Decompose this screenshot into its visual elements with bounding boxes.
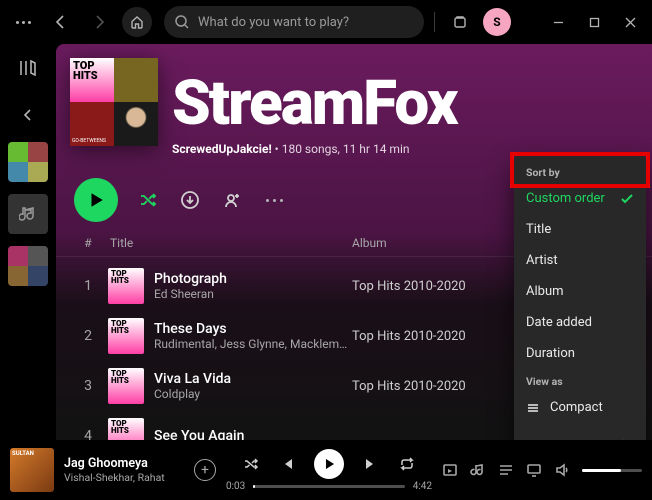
library-rail [0, 44, 56, 440]
separator [434, 12, 435, 32]
track-artist: Coldplay [154, 387, 352, 401]
sort-option-label: Artist [526, 253, 558, 268]
player-controls [242, 449, 416, 479]
sort-option[interactable]: Artist [514, 245, 646, 276]
now-playing-view-button[interactable] [442, 462, 458, 478]
window-minimize[interactable] [544, 8, 572, 36]
check-icon [581, 431, 634, 440]
track-art [108, 418, 144, 440]
sort-option[interactable]: Title [514, 214, 646, 245]
now-playing-artist[interactable]: Vishal-Shekhar, Rahat [64, 471, 184, 484]
player-next-button[interactable] [362, 455, 380, 473]
player-previous-button[interactable] [278, 455, 296, 473]
view-option[interactable]: List [514, 423, 646, 440]
library-item[interactable] [8, 246, 48, 286]
titlebar: S [0, 0, 652, 44]
elapsed-time: 0:03 [226, 481, 245, 492]
view-option-label: Compact [550, 400, 603, 415]
library-item[interactable] [8, 142, 48, 182]
player-shuffle-button[interactable] [242, 455, 260, 473]
sort-option-label: Date added [526, 315, 592, 330]
search-input[interactable] [198, 15, 414, 30]
now-playing-title[interactable]: Jag Ghoomeya [64, 456, 184, 471]
playlist-stats: 180 songs, 11 hr 14 min [282, 142, 410, 156]
window-maximize[interactable] [580, 8, 608, 36]
nav-back-button[interactable] [46, 7, 76, 37]
shuffle-button[interactable] [136, 188, 160, 212]
home-button[interactable] [122, 7, 152, 37]
devices-button[interactable] [526, 462, 542, 478]
playlist-title: StreamFox [172, 76, 457, 132]
browse-button[interactable] [445, 7, 475, 37]
track-title: See You Again [154, 428, 352, 440]
track-title: Viva La Vida [154, 371, 352, 387]
window-close[interactable] [616, 8, 644, 36]
library-icon[interactable] [18, 58, 38, 82]
more-options-button[interactable] [262, 188, 286, 212]
invite-button[interactable] [220, 188, 244, 212]
track-index: 2 [74, 328, 102, 344]
library-item[interactable] [8, 194, 48, 234]
track-artist: Ed Sheeran [154, 287, 352, 301]
sort-menu[interactable]: Sort by Custom order Title Artist Album Date… [514, 156, 646, 440]
col-title[interactable]: Title [102, 236, 352, 250]
main-panel: StreamFox ScrewedUpJakcie! • 180 songs, … [56, 44, 652, 440]
more-menu-button[interactable] [8, 7, 38, 37]
now-playing-info: Jag Ghoomeya Vishal-Shekhar, Rahat [64, 456, 184, 484]
track-title: These Days [154, 321, 352, 337]
col-index: # [74, 236, 102, 250]
avatar[interactable]: S [483, 8, 511, 36]
sort-option[interactable]: Album [514, 276, 646, 307]
total-time: 4:42 [413, 481, 432, 492]
player-repeat-button[interactable] [398, 455, 416, 473]
sort-option[interactable]: Date added [514, 307, 646, 338]
view-option[interactable]: Compact [514, 392, 646, 423]
sort-option-label: Custom order [526, 191, 605, 206]
sort-option-label: Album [526, 284, 564, 299]
playlist-meta: ScrewedUpJakcie! • 180 songs, 11 hr 14 m… [172, 142, 457, 156]
player-play-button[interactable] [314, 449, 344, 479]
volume-bar[interactable] [582, 469, 642, 472]
view-icon [526, 401, 540, 415]
sort-option[interactable]: Custom order [514, 183, 646, 214]
check-icon [620, 192, 634, 206]
sort-option-label: Title [526, 222, 551, 237]
track-index: 3 [74, 378, 102, 394]
play-button[interactable] [74, 178, 118, 222]
sort-option[interactable]: Duration [514, 338, 646, 369]
progress-track: 0:03 4:42 [226, 481, 432, 492]
add-to-library-button[interactable]: + [194, 459, 216, 481]
track-index: 1 [74, 278, 102, 294]
avatar-initial: S [493, 15, 500, 29]
search-icon [174, 14, 190, 30]
rail-collapse-button[interactable] [13, 100, 43, 130]
sort-option-label: Duration [526, 346, 575, 361]
queue-button[interactable] [498, 462, 514, 478]
volume-button[interactable] [554, 462, 570, 478]
track-art [108, 268, 144, 304]
sort-menu-header: Sort by [514, 160, 646, 183]
now-playing-bar: Jag Ghoomeya Vishal-Shekhar, Rahat + 0:0… [0, 440, 652, 500]
download-button[interactable] [178, 188, 202, 212]
player-right-controls [442, 462, 642, 478]
view-menu-header: View as [514, 369, 646, 392]
playlist-cover[interactable] [70, 58, 158, 146]
track-artist: Rudimental, Jess Glynne, Macklemo... [154, 337, 352, 351]
track-index: 4 [74, 428, 102, 440]
playlist-owner[interactable]: ScrewedUpJakcie! [172, 142, 272, 156]
track-title: Photograph [154, 271, 352, 287]
track-art [108, 368, 144, 404]
playlist-header: StreamFox ScrewedUpJakcie! • 180 songs, … [56, 44, 652, 162]
lyrics-button[interactable] [470, 462, 486, 478]
progress-bar[interactable] [253, 485, 404, 488]
now-playing-cover[interactable] [10, 448, 54, 492]
search-field[interactable] [164, 6, 424, 38]
nav-forward-button[interactable] [84, 7, 114, 37]
track-art [108, 318, 144, 354]
